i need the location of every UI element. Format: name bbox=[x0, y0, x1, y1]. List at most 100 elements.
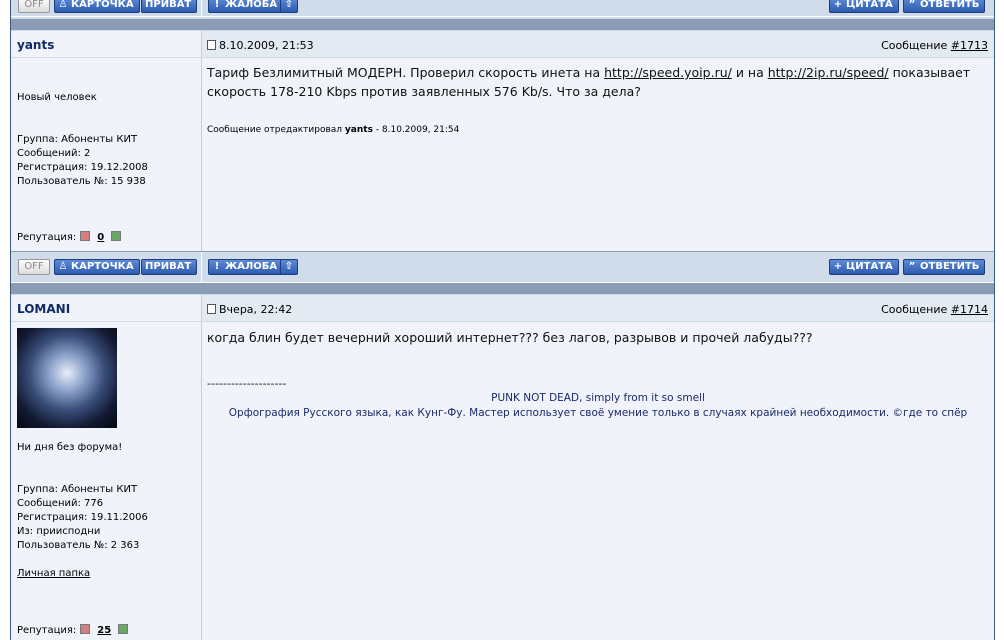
rep-plus-icon[interactable] bbox=[118, 624, 129, 634]
member-group: Группа: Абоненты КИТ bbox=[17, 134, 138, 145]
quote-marks-icon: ” bbox=[908, 0, 916, 10]
member-title: Ни дня без форума! bbox=[17, 442, 123, 453]
post-number-label: Сообщение bbox=[881, 39, 948, 52]
card-button-label: КАРТОЧКА bbox=[71, 0, 134, 10]
rep-plus-icon[interactable] bbox=[111, 231, 122, 241]
author-info-panel: Ни дня без форума! Группа: Абоненты КИТ … bbox=[11, 322, 202, 640]
post-author-cell: yants bbox=[11, 31, 202, 57]
edit-note: Сообщение отредактировал yants - 8.10.20… bbox=[207, 125, 459, 135]
scroll-top-button[interactable]: ⇧ bbox=[280, 259, 298, 275]
privat-button-label: ПРИВАТ bbox=[145, 0, 192, 10]
quote-button[interactable]: + ЦИТАТА bbox=[829, 0, 899, 13]
rep-minus-icon[interactable] bbox=[80, 231, 91, 241]
exclamation-icon: ! bbox=[214, 261, 220, 272]
offline-status-button: OFF bbox=[18, 0, 50, 13]
member-title: Новый человек bbox=[17, 92, 97, 103]
member-registration: Регистрация: 19.11.2006 bbox=[17, 512, 148, 523]
reply-button-label: ОТВЕТИТЬ bbox=[920, 0, 980, 10]
signature-line: Орфография Русского языка, как Кунг-Фу. … bbox=[228, 407, 968, 419]
author-info-panel: Новый человек Группа: Абоненты КИТ Сообщ… bbox=[11, 58, 202, 251]
reputation-value[interactable]: 25 bbox=[97, 625, 111, 636]
post-body-row: Новый человек Группа: Абоненты КИТ Сообщ… bbox=[11, 58, 994, 252]
quote-button-label: ЦИТАТА bbox=[846, 261, 893, 272]
post-author-cell: LOMANI bbox=[11, 295, 202, 321]
post-text-line: скорость 178-210 Kbps против заявленных … bbox=[207, 84, 641, 99]
personal-folder-link[interactable]: Личная папка bbox=[17, 567, 90, 581]
offline-status-button: OFF bbox=[18, 259, 50, 275]
person-icon: ♙ bbox=[58, 0, 68, 10]
document-icon bbox=[207, 304, 216, 314]
edit-note-user: yants bbox=[344, 125, 373, 135]
post-date-text: Вчера, 22:42 bbox=[219, 303, 293, 316]
member-location: Из: приисподни bbox=[17, 526, 101, 537]
privat-button-label: ПРИВАТ bbox=[145, 261, 192, 272]
post-button-bar: OFF ♙ КАРТОЧКА ПРИВАТ ! ЖАЛОБА ⇧ + ЦИТАТА ”… bbox=[11, 252, 994, 283]
post-header: LOMANI Вчера, 22:42 Сообщение #1714 bbox=[11, 295, 994, 321]
post-number: Сообщение #1714 bbox=[881, 303, 988, 316]
post-number-link[interactable]: #1713 bbox=[951, 39, 988, 52]
reply-button[interactable]: ” ОТВЕТИТЬ bbox=[903, 0, 986, 13]
signature-line: PUNK NOT DEAD, simply from it so smell bbox=[491, 392, 705, 404]
quote-marks-icon: ” bbox=[908, 261, 916, 272]
edit-note-date: - 8.10.2009, 21:54 bbox=[372, 125, 460, 135]
post-text-part: и на bbox=[731, 65, 768, 80]
post-author-name[interactable]: yants bbox=[17, 38, 54, 52]
forum-topic-frame: OFF ♙ КАРТОЧКА ПРИВАТ ! ЖАЛОБА ⇧ + ЦИТАТА ”… bbox=[10, 0, 995, 640]
post-number-link[interactable]: #1714 bbox=[951, 303, 988, 316]
post-date: 8.10.2009, 21:53 bbox=[207, 39, 314, 52]
member-number: Пользователь №: 2 363 bbox=[17, 540, 140, 551]
edit-note-prefix: Сообщение отредактировал bbox=[207, 125, 345, 135]
plus-icon: + bbox=[833, 261, 843, 272]
speed-test-link-2[interactable]: http://2ip.ru/speed/ bbox=[768, 65, 889, 80]
reputation: Репутация: 25 bbox=[17, 624, 132, 636]
post-date-text: 8.10.2009, 21:53 bbox=[219, 39, 314, 52]
post-separator bbox=[11, 283, 994, 294]
avatar bbox=[17, 328, 117, 428]
signature-separator: -------------------- bbox=[207, 377, 287, 390]
user-buttons-cell: OFF ♙ КАРТОЧКА ПРИВАТ bbox=[11, 252, 202, 282]
quote-button-label: ЦИТАТА bbox=[846, 0, 893, 10]
complaint-button[interactable]: ! ЖАЛОБА bbox=[208, 0, 284, 13]
speed-test-link-1[interactable]: http://speed.yoip.ru/ bbox=[604, 65, 732, 80]
post-text-part: Тариф Безлимитный МОДЕРН. Проверил скоро… bbox=[207, 65, 605, 80]
post-body-row: Ни дня без форума! Группа: Абоненты КИТ … bbox=[11, 322, 994, 640]
reply-button[interactable]: ” ОТВЕТИТЬ bbox=[903, 259, 986, 275]
reputation-label: Репутация: bbox=[17, 625, 77, 636]
member-message-count: Сообщений: 2 bbox=[17, 148, 91, 159]
post-header: yants 8.10.2009, 21:53 Сообщение #1713 bbox=[11, 31, 994, 57]
post-number: Сообщение #1713 bbox=[881, 39, 988, 52]
post-button-bar-top: OFF ♙ КАРТОЧКА ПРИВАТ ! ЖАЛОБА ⇧ + ЦИТАТА ”… bbox=[11, 0, 994, 17]
post-content: Тариф Безлимитный МОДЕРН. Проверил скоро… bbox=[202, 58, 994, 251]
scroll-top-button[interactable]: ⇧ bbox=[280, 0, 298, 13]
user-buttons-cell: OFF ♙ КАРТОЧКА ПРИВАТ bbox=[11, 0, 202, 16]
privat-button[interactable]: ПРИВАТ bbox=[141, 259, 198, 275]
document-icon bbox=[207, 40, 216, 50]
complaint-button[interactable]: ! ЖАЛОБА bbox=[208, 259, 284, 275]
post-content: когда блин будет вечерний хороший интерн… bbox=[202, 322, 994, 640]
rep-minus-icon[interactable] bbox=[80, 624, 91, 634]
post-author-name[interactable]: LOMANI bbox=[17, 302, 70, 316]
arrow-up-icon: ⇧ bbox=[284, 0, 294, 10]
reply-button-label: ОТВЕТИТЬ bbox=[920, 261, 980, 272]
member-message-count: Сообщений: 776 bbox=[17, 498, 104, 509]
post-text: Тариф Безлимитный МОДЕРН. Проверил скоро… bbox=[207, 63, 970, 101]
plus-icon: + bbox=[833, 0, 843, 10]
member-registration: Регистрация: 19.12.2008 bbox=[17, 162, 148, 173]
post-text: когда блин будет вечерний хороший интерн… bbox=[207, 330, 813, 345]
post-separator bbox=[11, 19, 994, 30]
post-date: Вчера, 22:42 bbox=[207, 303, 292, 316]
quote-button[interactable]: + ЦИТАТА bbox=[829, 259, 899, 275]
member-group: Группа: Абоненты КИТ bbox=[17, 484, 138, 495]
post-text-part: показывает bbox=[888, 65, 971, 80]
member-number: Пользователь №: 15 938 bbox=[17, 176, 146, 187]
card-button[interactable]: ♙ КАРТОЧКА bbox=[54, 0, 140, 13]
complaint-button-label: ЖАЛОБА bbox=[225, 261, 278, 272]
card-button[interactable]: ♙ КАРТОЧКА bbox=[54, 259, 140, 275]
privat-button[interactable]: ПРИВАТ bbox=[141, 0, 198, 13]
complaint-button-label: ЖАЛОБА bbox=[225, 0, 278, 10]
card-button-label: КАРТОЧКА bbox=[71, 261, 134, 272]
person-icon: ♙ bbox=[58, 261, 68, 272]
reputation-value[interactable]: 0 bbox=[97, 232, 104, 243]
arrow-up-icon: ⇧ bbox=[284, 261, 294, 272]
reputation-label: Репутация: bbox=[17, 232, 77, 243]
